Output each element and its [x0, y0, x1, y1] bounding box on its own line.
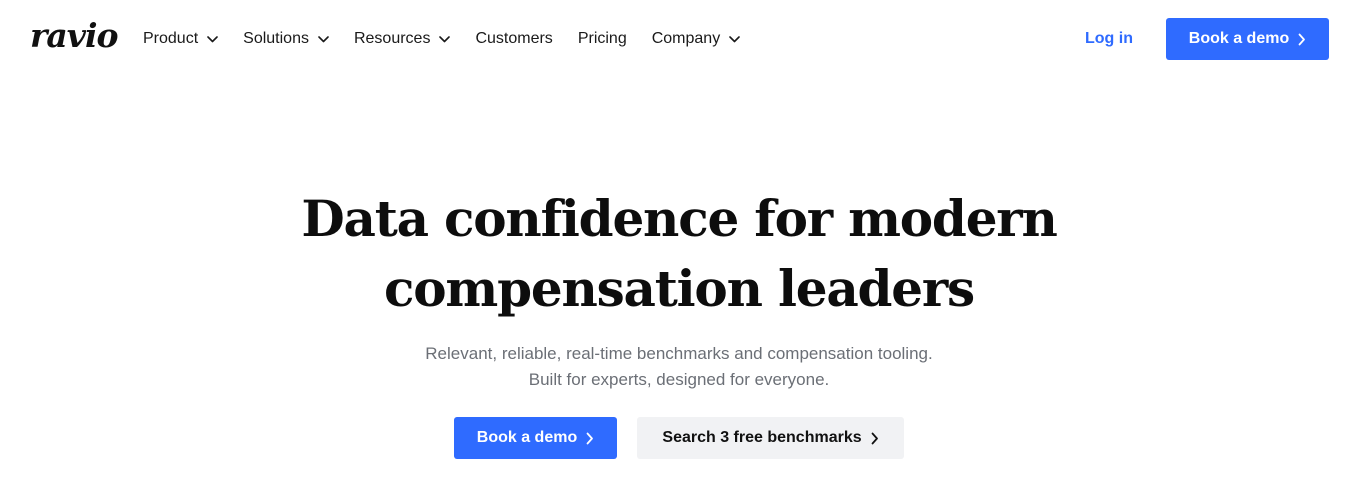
chevron-down-icon: [729, 35, 741, 43]
hero-subtitle-line: Built for experts, designed for everyone…: [528, 370, 830, 389]
nav-item-pricing[interactable]: Pricing: [578, 27, 627, 51]
nav-item-solutions[interactable]: Solutions: [243, 27, 329, 51]
hero-title-line: compensation leaders: [383, 259, 975, 318]
nav-item-resources[interactable]: Resources: [353, 27, 451, 51]
book-demo-button[interactable]: Book a demo: [1166, 18, 1329, 60]
nav-item-company[interactable]: Company: [651, 27, 741, 51]
nav-item-label: Solutions: [243, 30, 309, 47]
hero-cta-group: Book a demo Search 3 free benchmarks: [0, 417, 1358, 459]
hero-subtitle: Relevant, reliable, real-time benchmarks…: [0, 341, 1358, 393]
ravio-logo[interactable]: ravio: [30, 14, 118, 58]
hero-title: Data confidence for modern compensation …: [0, 184, 1358, 324]
chevron-right-icon: [1298, 33, 1306, 45]
search-benchmarks-label: Search 3 free benchmarks: [662, 429, 862, 446]
top-navigation: ravio Product Solutions Resources Custom…: [0, 0, 1358, 78]
nav-item-product[interactable]: Product: [143, 27, 218, 51]
hero-title-line: Data confidence for modern: [301, 189, 1057, 248]
hero-subtitle-line: Relevant, reliable, real-time benchmarks…: [425, 344, 933, 363]
login-link[interactable]: Log in: [1085, 27, 1133, 51]
chevron-down-icon: [207, 35, 218, 43]
chevron-down-icon: [318, 35, 329, 43]
main-menu: Product Solutions Resources Customers Pr…: [143, 27, 765, 51]
nav-item-label: Product: [143, 30, 199, 47]
nav-item-label: Resources: [353, 30, 431, 47]
search-benchmarks-button[interactable]: Search 3 free benchmarks: [637, 417, 904, 459]
nav-item-label: Customers: [475, 30, 553, 47]
chevron-down-icon: [439, 35, 451, 43]
hero-book-demo-button[interactable]: Book a demo: [454, 417, 617, 459]
nav-item-label: Pricing: [577, 30, 627, 47]
chevron-right-icon: [586, 432, 594, 444]
chevron-right-icon: [871, 432, 878, 444]
nav-item-label: Company: [651, 30, 721, 47]
hero-book-demo-label: Book a demo: [476, 429, 578, 446]
nav-item-customers[interactable]: Customers: [475, 27, 552, 51]
book-demo-label: Book a demo: [1188, 30, 1290, 47]
